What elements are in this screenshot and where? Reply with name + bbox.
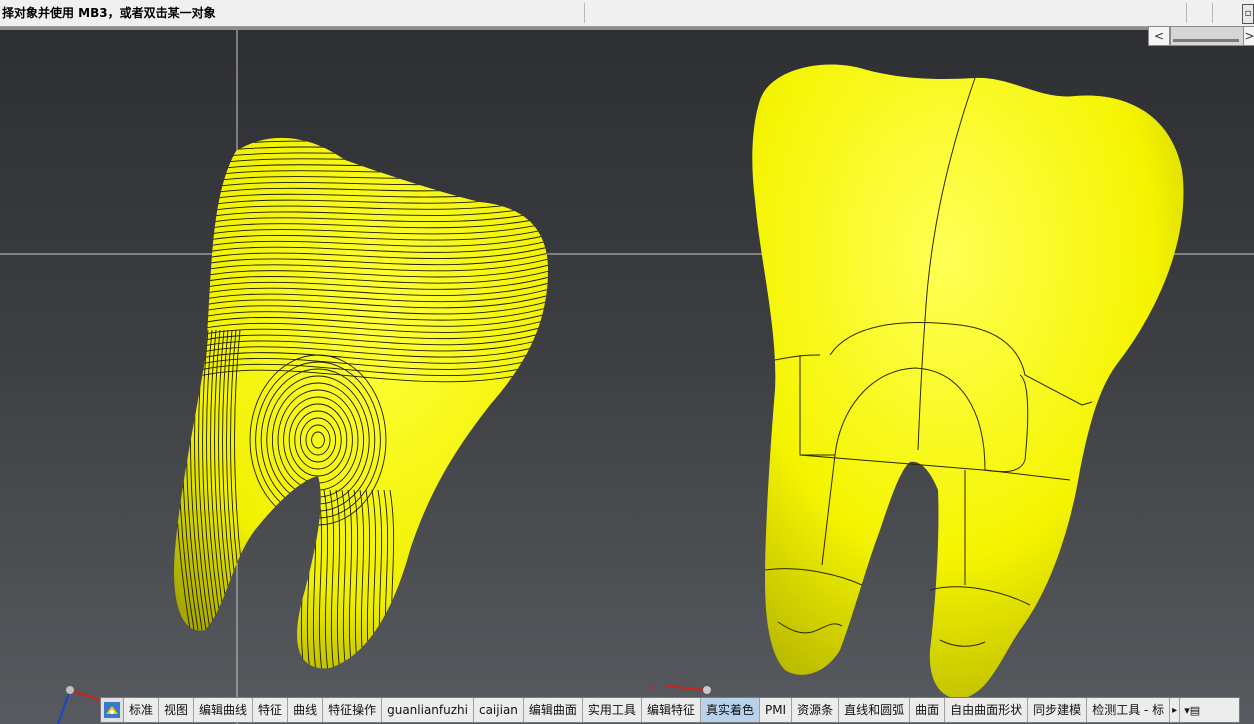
toolbar-tab[interactable]: 编辑曲面 xyxy=(524,698,583,722)
toolbar-tab[interactable]: 自由曲面形状 xyxy=(945,698,1029,722)
toolbar-tab[interactable]: 编辑特征 xyxy=(642,698,701,722)
toolbar-tab[interactable]: caijian xyxy=(474,698,524,722)
toolbar-tab-strip: 标准 视图 编辑曲线 特征 曲线 特征操作 guanlianfuzhi caijian 编辑曲面… xyxy=(100,697,1240,723)
toolbar-tab[interactable]: 视图 xyxy=(159,698,195,722)
toolbar-tab[interactable]: 特征 xyxy=(253,698,289,722)
toolbar-tab[interactable]: 资源条 xyxy=(792,698,840,722)
window-restore-icon[interactable]: ▫ xyxy=(1242,4,1254,24)
toolbar-tab[interactable]: 直线和圆弧 xyxy=(839,698,911,722)
app-logo-icon[interactable] xyxy=(101,698,124,722)
toolbar-tab[interactable]: 曲面 xyxy=(910,698,946,722)
scene-canvas[interactable]: x xyxy=(0,30,1254,724)
toolbar-tab[interactable]: 实用工具 xyxy=(583,698,642,722)
status-separator xyxy=(1212,3,1213,23)
scroll-right-icon[interactable]: > xyxy=(1243,26,1254,46)
toolbar-tab[interactable]: 检测工具 - 标 xyxy=(1087,698,1171,722)
status-prompt: 择对象并使用 MB3，或者双击某一对象 xyxy=(2,6,216,20)
toolbar-tab[interactable]: PMI xyxy=(760,698,793,722)
status-bar: 择对象并使用 MB3，或者双击某一对象 ▫ xyxy=(0,0,1254,27)
toolbar-tab[interactable]: guanlianfuzhi xyxy=(382,698,474,722)
scroll-left-icon[interactable]: < xyxy=(1148,26,1170,46)
view-triad-icon xyxy=(57,686,101,724)
toolbar-tab[interactable]: 曲线 xyxy=(288,698,324,722)
status-separator xyxy=(584,3,585,23)
toolbar-tab[interactable]: 特征操作 xyxy=(323,698,383,722)
toolbar-tab[interactable]: 同步建模 xyxy=(1028,698,1088,722)
status-separator xyxy=(1186,3,1187,23)
toolbar-tab[interactable]: 编辑曲线 xyxy=(194,698,254,722)
toolbar-overflow-icon[interactable]: ▸ xyxy=(1170,698,1181,722)
right-tooth-shaded-model[interactable] xyxy=(752,64,1184,699)
toolbar-tab[interactable]: 标准 xyxy=(124,698,160,722)
tab-list: 标准 视图 编辑曲线 特征 曲线 特征操作 guanlianfuzhi caijian 编辑曲面… xyxy=(124,698,1171,722)
axis-marker-icon: x xyxy=(648,682,711,694)
svg-text:x: x xyxy=(648,682,654,693)
toolbar-tab[interactable]: 真实着色 xyxy=(700,698,760,722)
toolbar-menu-icon[interactable]: ▾▤ xyxy=(1180,698,1204,722)
horizontal-scrollbar[interactable] xyxy=(1170,26,1244,46)
graphics-viewport[interactable]: x xyxy=(0,30,1254,724)
left-tooth-contour-model[interactable] xyxy=(150,130,560,680)
scroll-thumb[interactable] xyxy=(1173,39,1239,42)
